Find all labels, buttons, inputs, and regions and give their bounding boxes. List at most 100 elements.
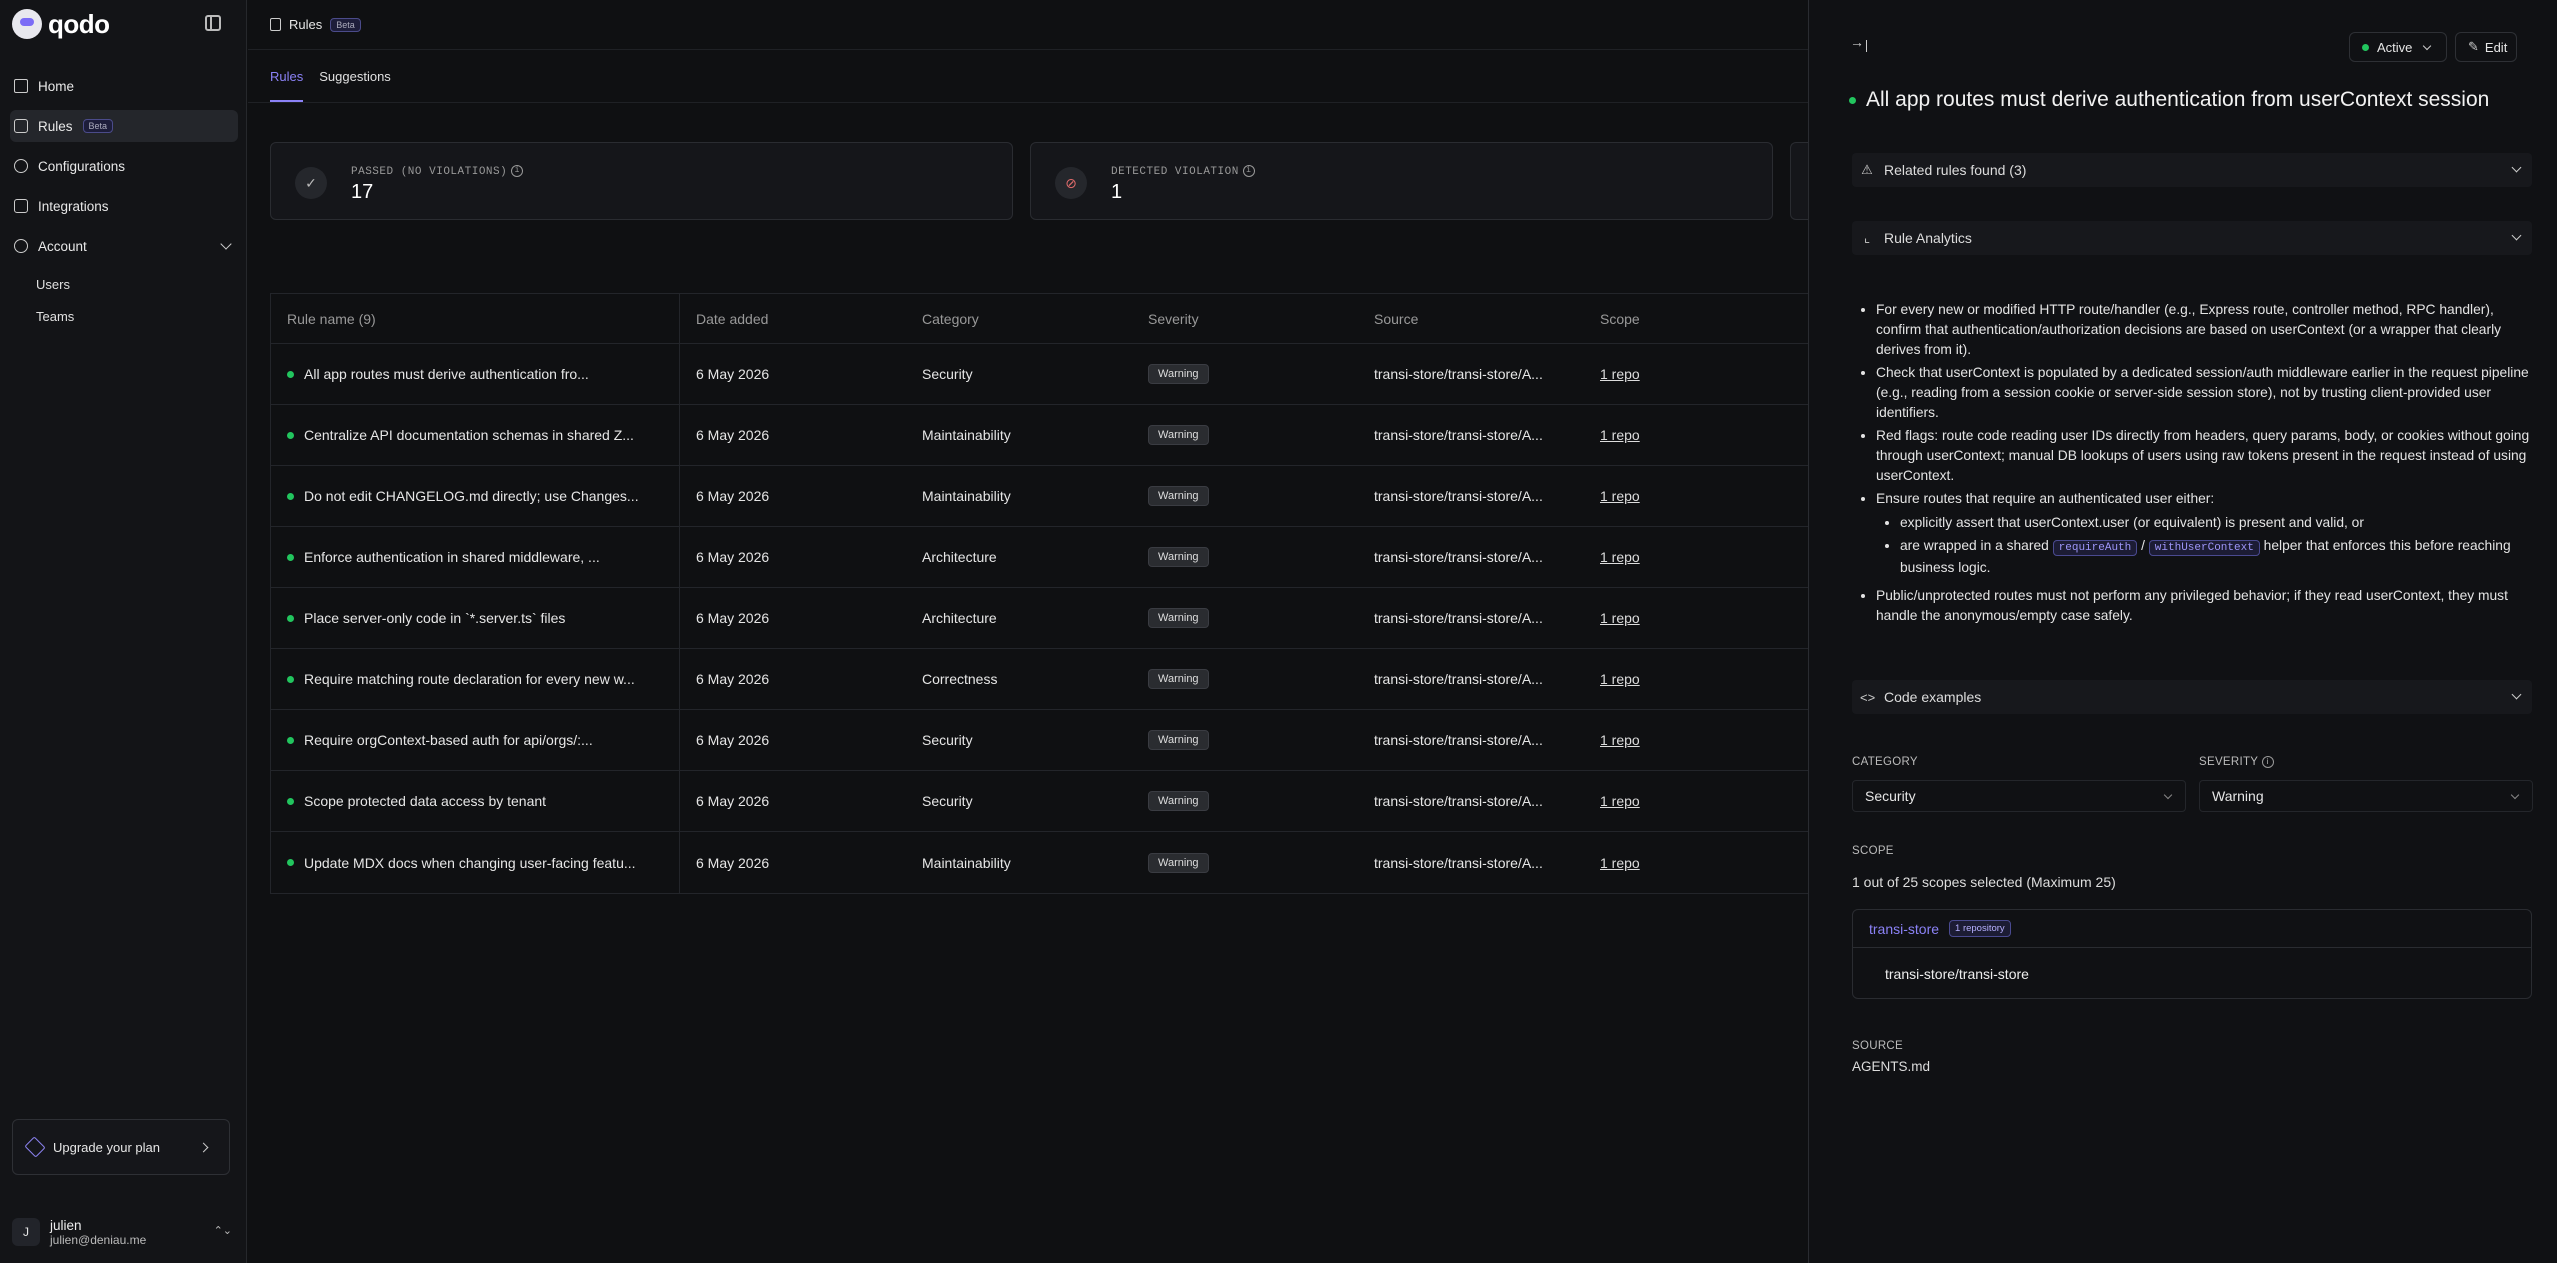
sidebar-item-teams[interactable]: Teams — [10, 302, 238, 330]
severity-cell: Warning — [1132, 425, 1358, 445]
table-row[interactable]: Scope protected data access by tenant 6 M… — [271, 771, 1810, 832]
scope-link[interactable]: 1 repo — [1600, 427, 1640, 443]
status-dropdown[interactable]: Active — [2349, 32, 2447, 62]
scope-link[interactable]: 1 repo — [1600, 549, 1640, 565]
table-row[interactable]: Require matching route declaration for e… — [271, 649, 1810, 710]
rule-description: For every new or modified HTTP route/han… — [1852, 300, 2532, 629]
table-row[interactable]: Enforce authentication in shared middlew… — [271, 527, 1810, 588]
scope-box: transi-store 1 repository transi-store/t… — [1852, 909, 2532, 999]
info-icon[interactable]: i — [1242, 165, 1255, 177]
accordion-label: Code examples — [1884, 689, 1982, 705]
category-label: CATEGORY — [1852, 756, 1918, 768]
rule-name[interactable]: Place server-only code in `*.server.ts` … — [304, 610, 565, 626]
scope-link[interactable]: 1 repo — [1600, 855, 1640, 871]
chevron-down-icon — [2163, 790, 2173, 800]
source-cell: transi-store/transi-store/A... — [1374, 488, 1543, 504]
info-icon[interactable]: i — [2261, 756, 2274, 768]
scope-link[interactable]: 1 repo — [1600, 793, 1640, 809]
scope-link[interactable]: 1 repo — [1600, 366, 1640, 382]
gem-icon — [24, 1136, 46, 1158]
user-menu[interactable]: J julien julien@deniau.me ⌃⌄ — [12, 1212, 232, 1252]
page-title: Rules — [289, 17, 323, 32]
table-row[interactable]: Centralize API documentation schemas in … — [271, 405, 1810, 466]
home-icon — [14, 79, 28, 93]
stat-label: DETECTED VIOLATION i — [1111, 165, 1255, 178]
related-rules-accordion[interactable]: ⚠ Related rules found (3) — [1852, 153, 2532, 187]
rule-name[interactable]: All app routes must derive authenticatio… — [304, 366, 589, 382]
info-icon[interactable]: i — [511, 165, 524, 177]
tab-rules[interactable]: Rules — [270, 52, 304, 102]
rule-name[interactable]: Update MDX docs when changing user-facin… — [304, 855, 636, 871]
table-row[interactable]: Update MDX docs when changing user-facin… — [271, 832, 1810, 893]
column-header-scope[interactable]: Scope — [1584, 311, 1784, 327]
column-header-category[interactable]: Category — [906, 311, 1132, 327]
category-select[interactable]: Security — [1852, 780, 2186, 812]
rule-name[interactable]: Require matching route declaration for e… — [304, 671, 635, 687]
scope-cell: 1 repo — [1584, 732, 1784, 748]
rule-name[interactable]: Require orgContext-based auth for api/or… — [304, 732, 593, 748]
table-header: Rule name (9) Date added Category Severi… — [271, 294, 1810, 344]
upgrade-plan-button[interactable]: Upgrade your plan — [12, 1119, 230, 1175]
status-dot — [287, 736, 294, 744]
severity-badge: Warning — [1148, 669, 1209, 689]
severity-badge: Warning — [1148, 486, 1209, 506]
sidebar-item-users[interactable]: Users — [10, 270, 238, 298]
scope-link[interactable]: 1 repo — [1600, 488, 1640, 504]
table-row[interactable]: Do not edit CHANGELOG.md directly; use C… — [271, 466, 1810, 527]
source-cell: transi-store/transi-store/A... — [1374, 549, 1543, 565]
sidebar-item-home[interactable]: Home — [10, 70, 238, 102]
chevron-down-icon — [2511, 162, 2522, 173]
status-label: Active — [2377, 39, 2413, 55]
scope-link[interactable]: 1 repo — [1600, 671, 1640, 687]
category-cell: Security — [922, 732, 973, 748]
sidebar-item-label: Home — [38, 78, 75, 94]
rule-name-cell: Update MDX docs when changing user-facin… — [271, 832, 680, 893]
column-header-severity[interactable]: Severity — [1132, 311, 1358, 327]
chevron-down-icon — [2510, 790, 2520, 800]
list-item: Red flags: route code reading user IDs d… — [1876, 426, 2532, 486]
rule-name[interactable]: Centralize API documentation schemas in … — [304, 427, 634, 443]
rule-name[interactable]: Do not edit CHANGELOG.md directly; use C… — [304, 488, 639, 504]
scope-link[interactable]: 1 repo — [1600, 610, 1640, 626]
brand-name: qodo — [48, 8, 110, 39]
stat-card-violation: ⊘ DETECTED VIOLATION i 1 — [1030, 142, 1773, 220]
date-cell: 6 May 2026 — [696, 732, 770, 748]
table-row[interactable]: Require orgContext-based auth for api/or… — [271, 710, 1810, 771]
scope-link[interactable]: transi-store — [1869, 921, 1939, 937]
collapse-panel-icon[interactable] — [1850, 34, 1867, 52]
column-header-source[interactable]: Source — [1358, 311, 1584, 327]
scope-cell: 1 repo — [1584, 488, 1784, 504]
qodo-logo-icon — [12, 9, 42, 39]
table-row[interactable]: All app routes must derive authenticatio… — [271, 344, 1810, 405]
rule-analytics-accordion[interactable]: ⌞ Rule Analytics — [1852, 221, 2532, 255]
severity-cell: Warning — [1132, 364, 1358, 384]
severity-badge: Warning — [1148, 852, 1209, 873]
severity-cell: Warning — [1132, 669, 1358, 689]
pencil-icon: ✎ — [2468, 39, 2479, 54]
edit-button[interactable]: ✎ Edit — [2455, 32, 2517, 62]
breadcrumb: Rules Beta — [248, 0, 1808, 50]
rule-name[interactable]: Enforce authentication in shared middlew… — [304, 549, 600, 565]
code-examples-accordion[interactable]: <> Code examples — [1852, 680, 2532, 714]
sidebar-item-configurations[interactable]: Configurations — [10, 150, 238, 182]
sidebar-item-account[interactable]: Account — [10, 230, 238, 262]
brand-logo[interactable]: qodo — [12, 9, 110, 39]
column-header-date[interactable]: Date added — [680, 311, 906, 327]
severity-select[interactable]: Warning — [2199, 780, 2533, 812]
sidebar-item-integrations[interactable]: Integrations — [10, 190, 238, 222]
rule-name[interactable]: Scope protected data access by tenant — [304, 793, 546, 809]
rule-name-cell: Scope protected data access by tenant — [271, 771, 680, 831]
divider — [248, 102, 1808, 103]
sidebar-toggle-icon[interactable] — [205, 15, 221, 31]
sidebar-item-rules[interactable]: Rules Beta — [10, 110, 238, 142]
tab-suggestions[interactable]: Suggestions — [319, 52, 391, 102]
rule-name-cell: Require matching route declaration for e… — [271, 649, 680, 709]
warning-icon: ⚠ — [1861, 162, 1873, 177]
source-value: AGENTS.md — [1852, 1059, 1931, 1074]
severity-cell: Warning — [1132, 791, 1358, 811]
chevron-down-icon — [2423, 41, 2432, 50]
column-header-name[interactable]: Rule name (9) — [271, 294, 680, 343]
scope-link[interactable]: 1 repo — [1600, 732, 1640, 748]
table-row[interactable]: Place server-only code in `*.server.ts` … — [271, 588, 1810, 649]
date-cell: 6 May 2026 — [696, 610, 770, 626]
